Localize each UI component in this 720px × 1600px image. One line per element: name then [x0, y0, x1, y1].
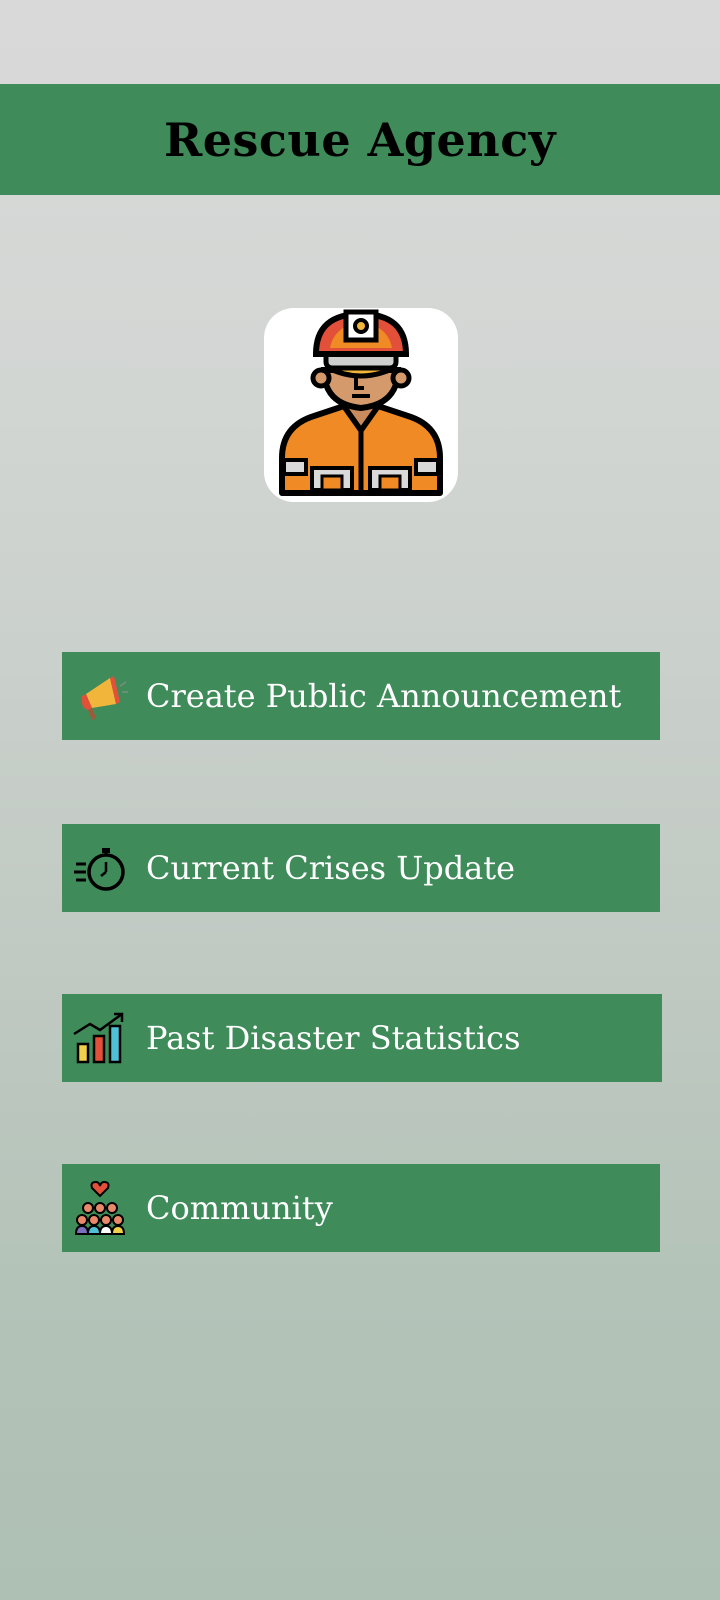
past-statistics-label: Past Disaster Statistics: [146, 1019, 521, 1057]
rescue-worker-icon: [279, 309, 443, 496]
bar-chart-icon: [73, 1012, 124, 1064]
stopwatch-icon: [74, 848, 125, 891]
current-crises-button[interactable]: Current Crises Update: [62, 824, 660, 912]
avatar: [264, 308, 458, 502]
community-button[interactable]: Community: [62, 1164, 660, 1252]
community-label: Community: [146, 1189, 333, 1227]
page-title: Rescue Agency: [164, 112, 556, 167]
megaphone-icon: [82, 676, 128, 720]
create-announcement-button[interactable]: Create Public Announcement: [62, 652, 660, 740]
app-header: Rescue Agency: [0, 84, 720, 195]
community-icon: [74, 1180, 126, 1235]
create-announcement-label: Create Public Announcement: [146, 677, 622, 715]
past-statistics-button[interactable]: Past Disaster Statistics: [62, 994, 662, 1082]
current-crises-label: Current Crises Update: [146, 849, 516, 887]
